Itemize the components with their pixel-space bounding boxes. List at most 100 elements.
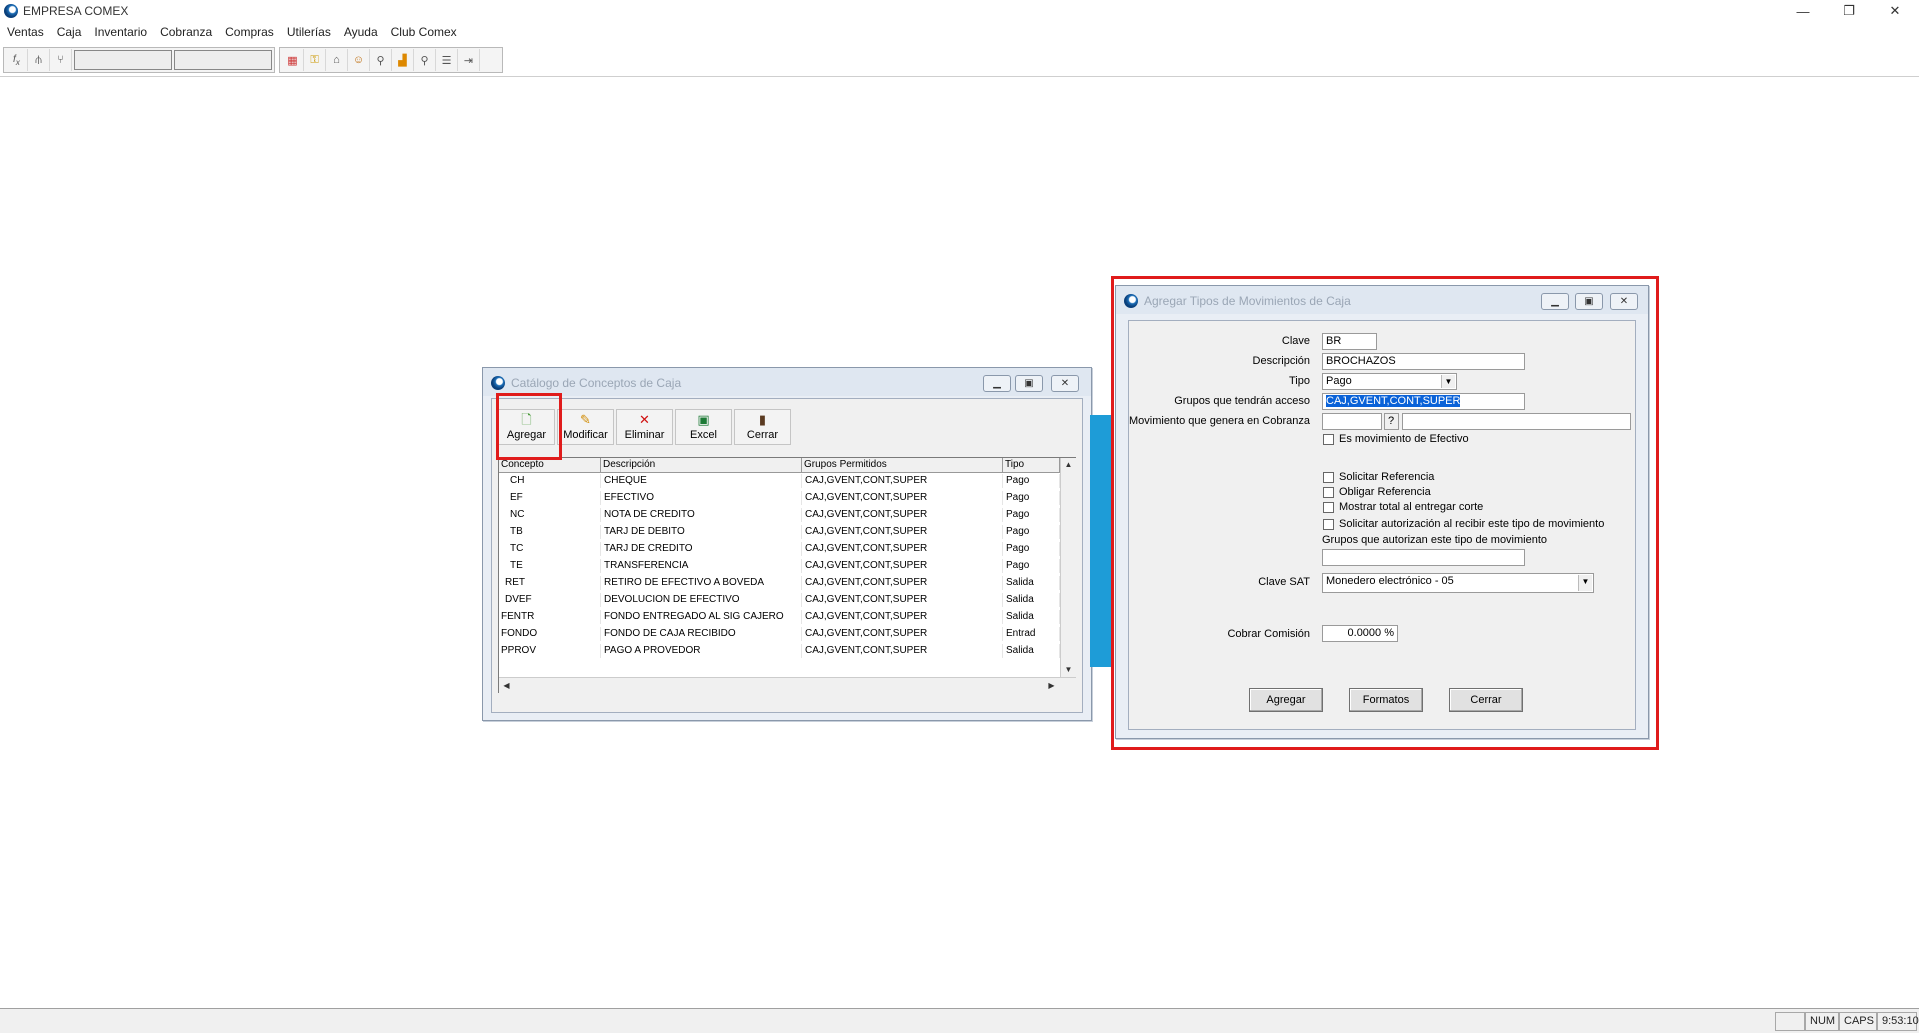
delete-tool-button[interactable]: ✕ Eliminar (616, 409, 673, 445)
grupos-field[interactable]: CAJ,GVENT,CONT,SUPER (1322, 393, 1525, 410)
clave-sat-dropdown[interactable]: Monedero electrónico - 05 ▼ (1322, 573, 1594, 593)
col-grupos[interactable]: Grupos Permitidos (802, 458, 1003, 472)
grid-hscrollbar[interactable]: ◀ ▶ (499, 677, 1076, 693)
cell-grupos: CAJ,GVENT,CONT,SUPER (802, 525, 1003, 539)
close-tool-button[interactable]: ▮ Cerrar (734, 409, 791, 445)
cell-grupos: CAJ,GVENT,CONT,SUPER (802, 644, 1003, 658)
menu-club-comex[interactable]: Club Comex (384, 23, 463, 43)
form-maximize-button[interactable]: ▣ (1575, 293, 1603, 310)
form-minimize-button[interactable]: ▁ (1541, 293, 1569, 310)
cell-grupos: CAJ,GVENT,CONT,SUPER (802, 627, 1003, 641)
list-icon[interactable]: ☰ (436, 49, 458, 71)
menubar: Ventas Caja Inventario Cobranza Compras … (0, 23, 463, 43)
menu-ayuda[interactable]: Ayuda (337, 23, 384, 43)
tipo-dropdown[interactable]: Pago ▼ (1322, 373, 1457, 390)
maximize-button[interactable]: ❐ (1826, 0, 1872, 22)
chevron-down-icon[interactable]: ▼ (1441, 375, 1455, 388)
catalog-body: 🗋 Agregar ✎ Modificar ✕ Eliminar ▣ Excel… (491, 398, 1083, 713)
solicitar-aut-checkbox[interactable] (1323, 519, 1334, 530)
magnify-icon[interactable]: ⚲ (414, 49, 436, 71)
menu-compras[interactable]: Compras (218, 23, 280, 43)
cell-descripcion: CHEQUE (601, 474, 802, 488)
catalog-minimize-button[interactable]: ▁ (983, 375, 1011, 392)
cell-descripcion: TARJ DE DEBITO (601, 525, 802, 539)
catalog-grid[interactable]: Concepto Descripción Grupos Permitidos T… (498, 457, 1076, 693)
user-icon[interactable]: ☺ (348, 49, 370, 71)
cell-grupos: CAJ,GVENT,CONT,SUPER (802, 610, 1003, 624)
abacus-icon[interactable]: ▦ (282, 49, 304, 71)
agregar-button[interactable]: Agregar (1249, 688, 1323, 712)
mostrar-total-checkbox[interactable] (1323, 502, 1334, 513)
menu-caja[interactable]: Caja (50, 23, 88, 43)
solicitar-ref-label: Solicitar Referencia (1339, 471, 1435, 483)
exit-icon[interactable]: ⇥ (458, 49, 480, 71)
cerrar-button[interactable]: Cerrar (1449, 688, 1523, 712)
mostrar-total-label: Mostrar total al entregar corte (1339, 501, 1484, 513)
modify-tool-button[interactable]: ✎ Modificar (557, 409, 614, 445)
table-row[interactable]: TE TRANSFERENCIA CAJ,GVENT,CONT,SUPER Pago (499, 559, 1060, 573)
menu-inventario[interactable]: Inventario (87, 23, 153, 43)
cell-tipo: Salida (1003, 644, 1060, 658)
app-titlebar: EMPRESA COMEX — ❐ ✕ (0, 0, 1919, 22)
col-descripcion[interactable]: Descripción (601, 458, 802, 472)
table-row[interactable]: EF EFECTIVO CAJ,GVENT,CONT,SUPER Pago (499, 491, 1060, 505)
scroll-up-icon[interactable]: ▲ (1061, 458, 1076, 472)
grid-vscrollbar[interactable]: ▲ ▼ (1060, 458, 1076, 677)
fork-icon[interactable]: ⑂ (50, 49, 72, 71)
fx-icon[interactable]: fx (6, 49, 28, 71)
menu-cobranza[interactable]: Cobranza (153, 23, 218, 43)
toolbar-field-2[interactable] (174, 50, 272, 70)
form-close-button[interactable]: ✕ (1610, 293, 1638, 310)
add-tool-button[interactable]: 🗋 Agregar (498, 409, 555, 445)
formatos-button[interactable]: Formatos (1349, 688, 1423, 712)
grupos-autorizan-field[interactable] (1322, 549, 1525, 566)
minimize-button[interactable]: — (1780, 0, 1826, 22)
grid-header: Concepto Descripción Grupos Permitidos T… (499, 458, 1060, 473)
descripcion-field[interactable]: BROCHAZOS (1322, 353, 1525, 370)
scroll-left-icon[interactable]: ◀ (499, 679, 514, 693)
efectivo-checkbox[interactable] (1323, 434, 1334, 445)
door-icon: ▮ (758, 412, 767, 427)
comision-field[interactable]: 0.0000 % (1322, 625, 1398, 642)
table-row[interactable]: NC NOTA DE CREDITO CAJ,GVENT,CONT,SUPER Pag… (499, 508, 1060, 522)
cell-descripcion: PAGO A PROVEDOR (601, 644, 802, 658)
cell-tipo: Pago (1003, 525, 1060, 539)
obligar-ref-label: Obligar Referencia (1339, 486, 1431, 498)
search-icon[interactable]: ⚲ (370, 49, 392, 71)
solicitar-ref-checkbox[interactable] (1323, 472, 1334, 483)
excel-icon: ▣ (697, 412, 710, 427)
movimiento-field[interactable] (1322, 413, 1382, 430)
excel-tool-button[interactable]: ▣ Excel (675, 409, 732, 445)
close-button[interactable]: ✕ (1872, 0, 1918, 22)
table-row[interactable]: FONDO FONDO DE CAJA RECIBIDO CAJ,GVENT,CON… (499, 627, 1060, 641)
branch-icon[interactable]: ⫛ (28, 49, 50, 71)
catalog-close-button[interactable]: ✕ (1051, 375, 1079, 392)
scroll-down-icon[interactable]: ▼ (1061, 663, 1076, 677)
table-row[interactable]: PPROV PAGO A PROVEDOR CAJ,GVENT,CONT,SUPER… (499, 644, 1060, 658)
key-icon[interactable]: ⚿ (304, 49, 326, 71)
col-tipo[interactable]: Tipo (1003, 458, 1060, 472)
chart-icon[interactable]: ▟ (392, 49, 414, 71)
bank-icon[interactable]: ⌂ (326, 49, 348, 71)
menu-ventas[interactable]: Ventas (0, 23, 50, 43)
table-row[interactable]: FENTR FONDO ENTREGADO AL SIG CAJERO CAJ,GV… (499, 610, 1060, 624)
catalog-title: Catálogo de Conceptos de Caja (511, 376, 682, 390)
statusbar: NUM CAPS 9:53:10 (0, 1008, 1919, 1033)
scroll-right-icon[interactable]: ▶ (1044, 679, 1059, 693)
clave-field[interactable]: BR (1322, 333, 1377, 350)
table-row[interactable]: RET RETIRO DE EFECTIVO A BOVEDA CAJ,GVENT,… (499, 576, 1060, 590)
table-row[interactable]: DVEF DEVOLUCION DE EFECTIVO CAJ,GVENT,CONT… (499, 593, 1060, 607)
toolbar-field-1[interactable] (74, 50, 172, 70)
chevron-down-icon[interactable]: ▼ (1578, 575, 1592, 591)
cell-descripcion: TRANSFERENCIA (601, 559, 802, 573)
cell-tipo: Salida (1003, 576, 1060, 590)
table-row[interactable]: TB TARJ DE DEBITO CAJ,GVENT,CONT,SUPER Pago (499, 525, 1060, 539)
catalog-maximize-button[interactable]: ▣ (1015, 375, 1043, 392)
table-row[interactable]: CH CHEQUE CAJ,GVENT,CONT,SUPER Pago (499, 474, 1060, 488)
cell-concepto: CH (499, 474, 601, 488)
obligar-ref-checkbox[interactable] (1323, 487, 1334, 498)
col-concepto[interactable]: Concepto (499, 458, 601, 472)
table-row[interactable]: TC TARJ DE CREDITO CAJ,GVENT,CONT,SUPER Pag… (499, 542, 1060, 556)
menu-utilerias[interactable]: Utilerías (280, 23, 337, 43)
movimiento-lookup-button[interactable]: ? (1384, 413, 1399, 430)
